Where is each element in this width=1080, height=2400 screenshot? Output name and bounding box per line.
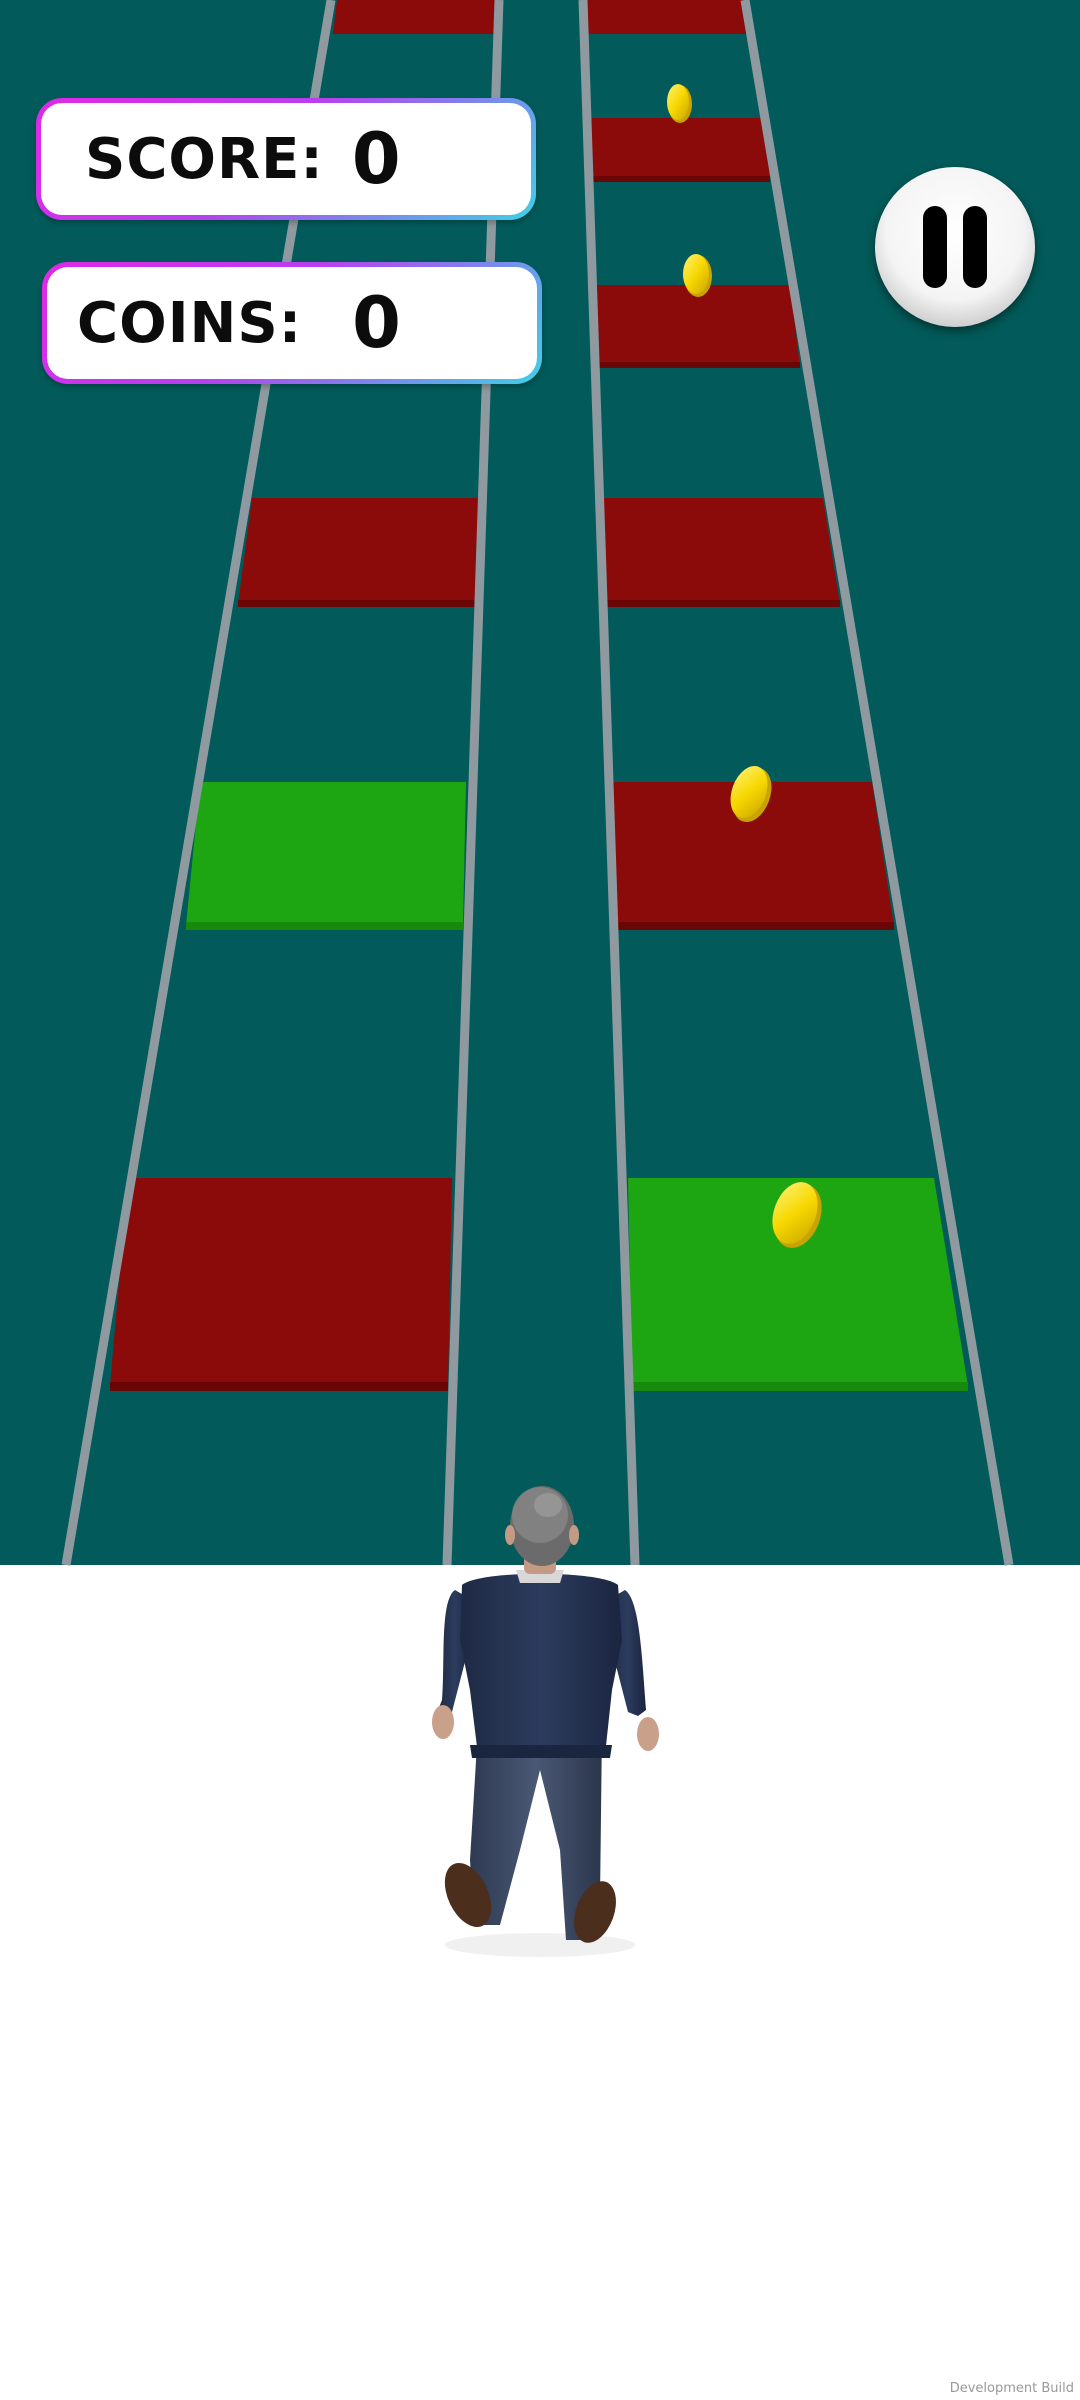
player-torso (460, 1573, 622, 1755)
left-hand (432, 1705, 454, 1739)
red-tile (602, 498, 840, 604)
red-tile (590, 118, 770, 180)
coins-panel-inner: COINS: 0 (47, 267, 537, 379)
coins-label: COINS: (77, 290, 303, 356)
coins-value: 0 (352, 282, 401, 364)
green-tile (186, 782, 466, 926)
score-value: 0 (351, 118, 401, 200)
red-tile (333, 0, 497, 34)
right-hand (637, 1717, 659, 1751)
pause-icon (923, 206, 947, 288)
red-tile (586, 0, 748, 34)
red-tile (238, 498, 478, 604)
score-panel: SCORE: 0 (36, 98, 536, 220)
pause-icon-bar (963, 206, 987, 288)
tile-row-2 (590, 118, 770, 182)
tile-row-3 (596, 285, 800, 368)
development-build-watermark: Development Build (949, 2381, 1074, 2396)
pause-button[interactable] (875, 167, 1035, 327)
score-label: SCORE: (85, 126, 324, 192)
red-tile (110, 1178, 452, 1386)
game-screen[interactable]: SCORE: 0 COINS: 0 Development Build (0, 0, 1080, 2400)
coins-panel: COINS: 0 (42, 262, 542, 384)
red-tile (596, 285, 800, 366)
score-panel-inner: SCORE: 0 (41, 103, 531, 215)
